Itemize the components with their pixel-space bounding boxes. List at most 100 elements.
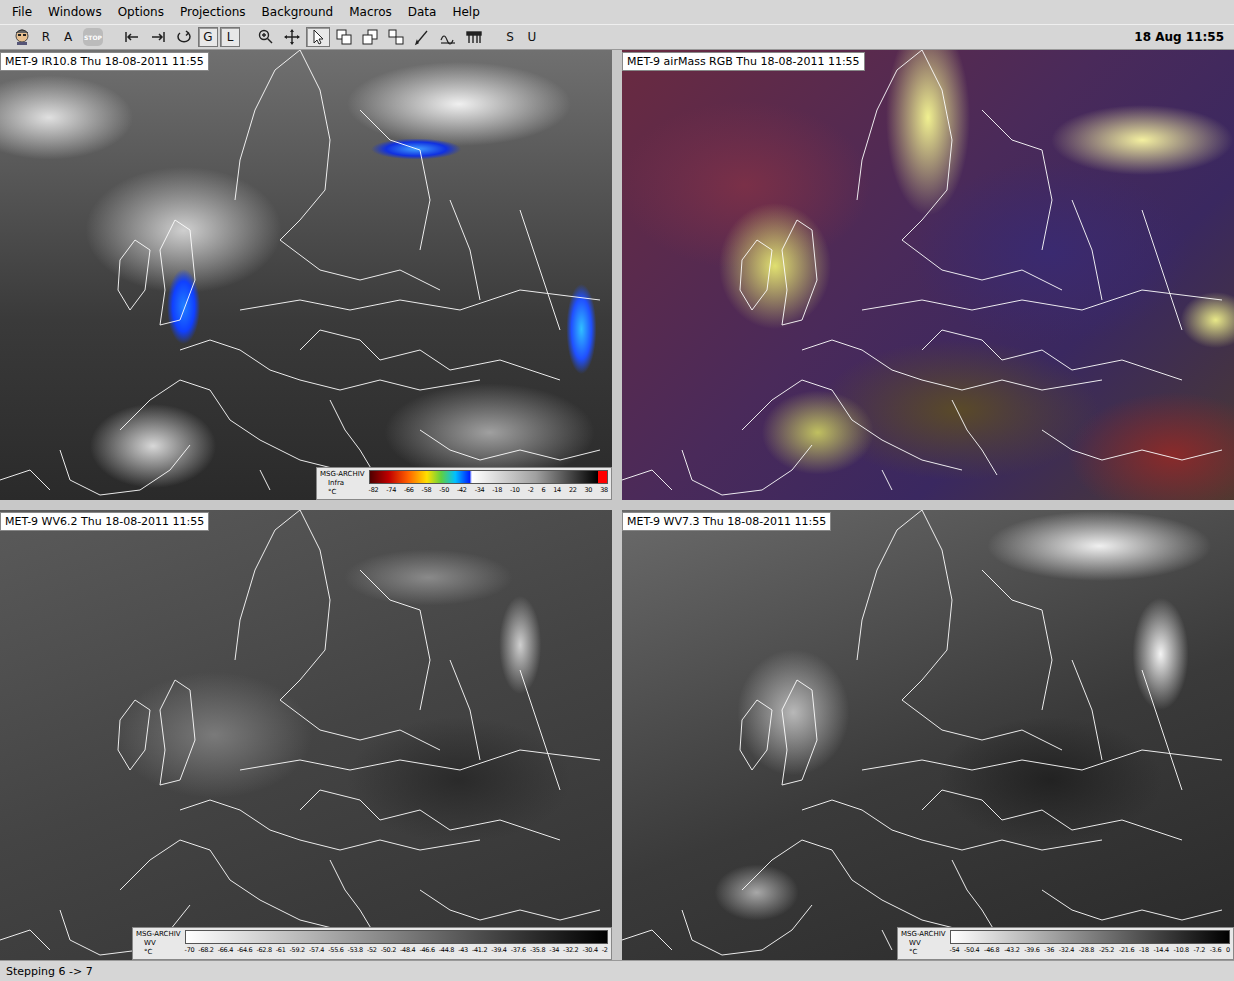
legend-tick: -50	[439, 486, 449, 494]
color-legend: MSG-ARCHIVInfra°C-82-74-66-58-50-42-34-1…	[316, 467, 612, 500]
toolbar-button[interactable]: A	[58, 27, 78, 47]
legend-tick: -25.2	[1099, 946, 1114, 954]
menu-item[interactable]: Projections	[172, 0, 254, 24]
legend-tick: -53.8	[348, 946, 363, 954]
legend-tick: 38	[600, 486, 608, 494]
legend-tick: -64.6	[237, 946, 252, 954]
legend-tick: -54	[950, 946, 960, 954]
menu-bar: FileWindowsOptionsProjectionsBackgroundM…	[0, 0, 1234, 24]
legend-tick: -43	[458, 946, 468, 954]
map-outline	[0, 510, 612, 960]
legend-tick: -46.8	[984, 946, 999, 954]
legend-bar	[950, 930, 1230, 944]
image-panel[interactable]: MET-9 WV7.3 Thu 18-08-2011 11:55 MSG-ARCH…	[622, 510, 1234, 960]
first-icon	[123, 28, 141, 46]
menu-item[interactable]: Data	[400, 0, 445, 24]
legend-tick: -39.6	[1024, 946, 1039, 954]
legend-channel: WV	[136, 939, 181, 948]
legend-tick: -42	[457, 486, 467, 494]
clock: 18 Aug 11:55	[1134, 30, 1230, 44]
copy2-icon	[361, 28, 379, 46]
wave-button[interactable]	[436, 27, 460, 47]
legend-scale: -54-50.4-46.8-43.2-39.6-36-32.4-28.8-25.…	[950, 930, 1230, 957]
image-panel[interactable]: MET-9 IR10.8 Thu 18-08-2011 11:55MSG-ARC…	[0, 50, 612, 500]
legend-tick: -48.4	[400, 946, 415, 954]
legend-scale: -82-74-66-58-50-42-34-18-10-2614223038	[369, 470, 608, 497]
avatar-button[interactable]	[10, 27, 34, 47]
legend-tick: 0	[1226, 946, 1230, 954]
legend-tick: -37.6	[511, 946, 526, 954]
map-outline	[622, 510, 1234, 960]
menu-item[interactable]: Windows	[40, 0, 110, 24]
panel-grid: MET-9 IR10.8 Thu 18-08-2011 11:55 MSG-ARC…	[0, 50, 1234, 960]
copy2-button[interactable]	[358, 27, 382, 47]
image-panel[interactable]: MET-9 airMass RGB Thu 18-08-2011 11:55	[622, 50, 1234, 500]
loop-button[interactable]	[172, 27, 196, 47]
menu-item[interactable]: Options	[110, 0, 172, 24]
legend-tick: -66	[404, 486, 414, 494]
legend-tick: -50.2	[381, 946, 396, 954]
legend-tick: -61	[276, 946, 286, 954]
wave-icon	[439, 28, 457, 46]
legend-tick: -57.4	[309, 946, 324, 954]
menu-item[interactable]: File	[4, 0, 40, 24]
pen-icon	[413, 28, 431, 46]
legend-scale: -70-68.2-66.4-64.6-62.8-61-59.2-57.4-55.…	[185, 930, 608, 957]
legend-tick: -52	[367, 946, 377, 954]
copy3-button[interactable]	[384, 27, 408, 47]
menu-item[interactable]: Macros	[341, 0, 400, 24]
legend-unit: °C	[136, 948, 181, 957]
panel-title: MET-9 WV7.3 Thu 18-08-2011 11:55	[622, 512, 831, 531]
first-button[interactable]	[120, 27, 144, 47]
legend-tick: -44.8	[439, 946, 454, 954]
move-button[interactable]	[280, 27, 304, 47]
legend-tick: -32.2	[563, 946, 578, 954]
pen-button[interactable]	[410, 27, 434, 47]
last-icon	[149, 28, 167, 46]
panel-title: MET-9 WV6.2 Thu 18-08-2011 11:55	[0, 512, 209, 531]
legend-tick: -74	[386, 486, 396, 494]
legend-tick: 22	[569, 486, 577, 494]
copy1-button[interactable]	[332, 27, 356, 47]
legend-tick: -68.2	[198, 946, 213, 954]
toolbar-button[interactable]: G	[198, 27, 218, 47]
legend-tick: -59.2	[290, 946, 305, 954]
toolbar-button[interactable]: S	[500, 27, 520, 47]
legend-channel: Infra	[320, 479, 365, 488]
toolbar-button[interactable]: L	[220, 27, 240, 47]
legend-ticks: -82-74-66-58-50-42-34-18-10-2614223038	[369, 486, 608, 494]
menu-item[interactable]: Background	[254, 0, 342, 24]
legend-tick: -66.4	[218, 946, 233, 954]
move-icon	[283, 28, 301, 46]
bench-button[interactable]	[462, 27, 486, 47]
legend-tick: 14	[553, 486, 561, 494]
legend-tick: -43.2	[1004, 946, 1019, 954]
map-outline	[622, 50, 1234, 500]
legend-tick: -7.2	[1194, 946, 1205, 954]
pointer-icon	[309, 28, 327, 46]
pointer-button[interactable]	[306, 27, 330, 47]
toolbar-button[interactable]: R	[36, 27, 56, 47]
toolbar-button[interactable]: U	[522, 27, 542, 47]
zoom-button[interactable]	[254, 27, 278, 47]
legend-tick: -55.6	[328, 946, 343, 954]
legend-tick: -28.8	[1079, 946, 1094, 954]
panel-title: MET-9 airMass RGB Thu 18-08-2011 11:55	[622, 52, 865, 71]
legend-tick: 6	[541, 486, 545, 494]
app-window: FileWindowsOptionsProjectionsBackgroundM…	[0, 0, 1234, 981]
legend-tick: -3.6	[1210, 946, 1221, 954]
legend-tick: -30.4	[582, 946, 597, 954]
last-button[interactable]	[146, 27, 170, 47]
image-panel[interactable]: MET-9 WV6.2 Thu 18-08-2011 11:55 MSG-ARCH…	[0, 510, 612, 960]
legend-tick: -10.8	[1174, 946, 1189, 954]
legend-tick: -70	[185, 946, 195, 954]
legend-tick: -82	[369, 486, 379, 494]
panel-title: MET-9 IR10.8 Thu 18-08-2011 11:55	[0, 52, 209, 71]
bench-icon	[465, 28, 483, 46]
stop-button[interactable]: STOP	[80, 27, 106, 47]
menu-item[interactable]: Help	[444, 0, 487, 24]
legend-ticks: -54-50.4-46.8-43.2-39.6-36-32.4-28.8-25.…	[950, 946, 1230, 954]
legend-source: MSG-ARCHIV	[136, 930, 181, 939]
legend-tick: -34	[549, 946, 559, 954]
legend-meta: MSG-ARCHIVWV°C	[901, 930, 946, 957]
